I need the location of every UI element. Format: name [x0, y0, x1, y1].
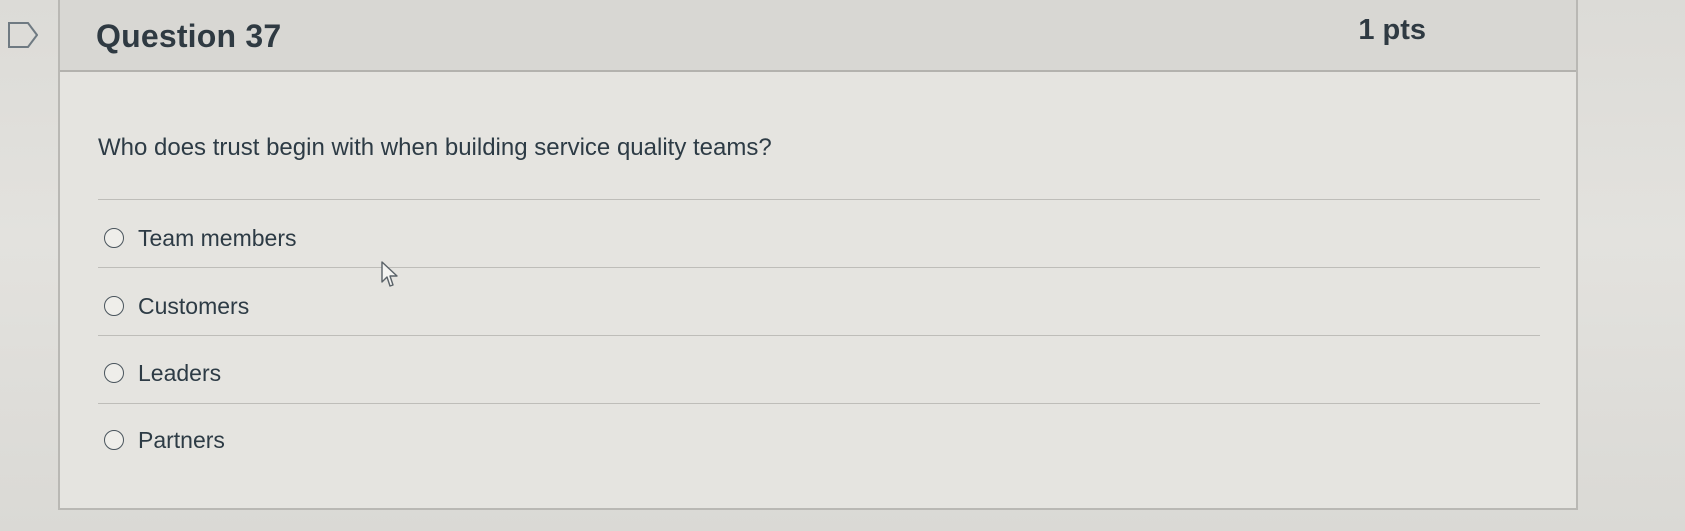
answer-option-customers[interactable]: Customers [104, 286, 249, 326]
radio-button[interactable] [104, 430, 124, 450]
divider [98, 199, 1540, 200]
answer-option-partners[interactable]: Partners [104, 420, 225, 460]
question-body: Who does trust begin with when building … [60, 72, 1576, 508]
divider [98, 335, 1540, 336]
radio-button[interactable] [104, 296, 124, 316]
question-title: Question 37 [96, 18, 282, 54]
answer-label: Leaders [138, 359, 222, 386]
divider [98, 267, 1540, 268]
divider [98, 403, 1540, 404]
answer-label: Partners [138, 426, 225, 453]
mouse-pointer-icon [381, 261, 398, 287]
radio-button[interactable] [104, 228, 124, 248]
bookmark-flag-icon[interactable] [8, 22, 38, 48]
answer-label: Team members [138, 224, 297, 251]
question-text: Who does trust begin with when building … [98, 134, 772, 161]
question-card: Question 37 1 pts Who does trust begin w… [58, 0, 1578, 510]
radio-button[interactable] [104, 363, 124, 383]
quiz-page: Question 37 1 pts Who does trust begin w… [0, 0, 1685, 531]
answer-option-team-members[interactable]: Team members [104, 218, 296, 258]
question-points: 1 pts [1358, 14, 1426, 46]
answer-option-leaders[interactable]: Leaders [104, 353, 221, 393]
answer-label: Customers [138, 292, 250, 319]
question-header: Question 37 1 pts [60, 0, 1576, 72]
